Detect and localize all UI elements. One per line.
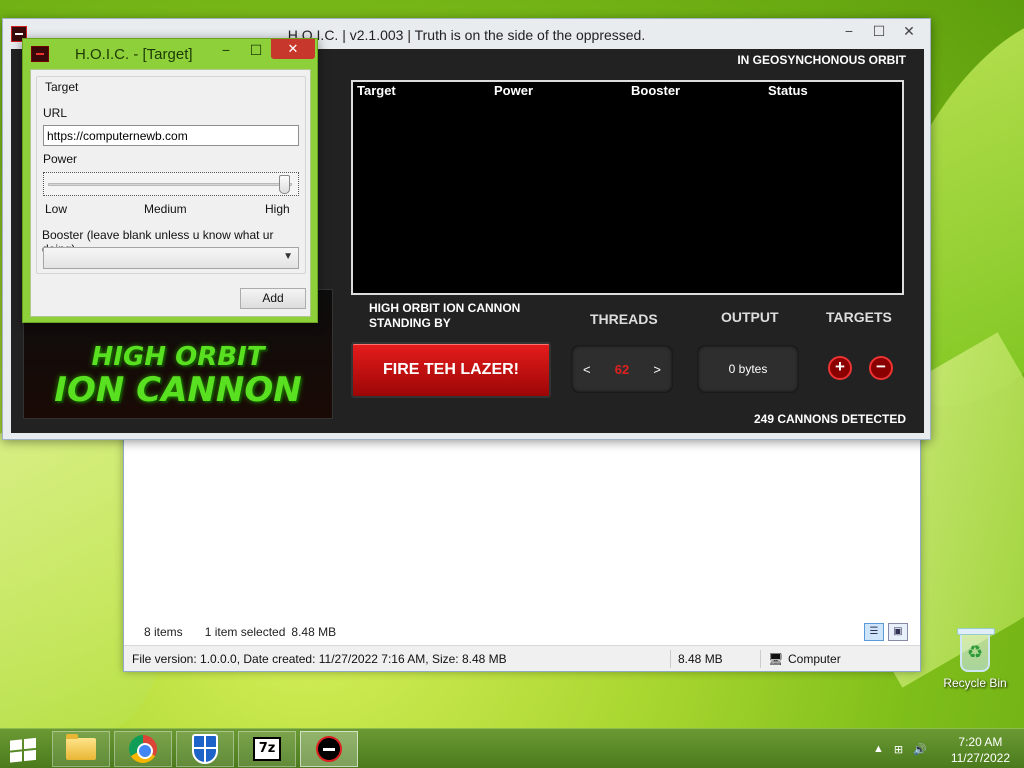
taskbar-hoic[interactable]	[300, 731, 358, 767]
maximize-button[interactable]: ☐	[864, 21, 894, 43]
power-low-label: Low	[45, 202, 68, 216]
output-label: OUTPUT	[721, 309, 779, 325]
url-label: URL	[43, 106, 68, 120]
threads-stepper: < 62 >	[571, 345, 673, 393]
windows-defender-icon	[192, 734, 218, 764]
close-button[interactable]: ✕	[894, 21, 924, 43]
orbit-status: IN GEOSYNCHONOUS ORBIT	[737, 53, 906, 67]
7zip-icon: 7z	[253, 737, 281, 761]
location-label: Computer	[788, 652, 841, 666]
logo-line-1: HIGH ORBIT	[91, 342, 265, 372]
power-high-label: High	[265, 202, 290, 216]
threads-increment-button[interactable]: >	[653, 362, 661, 377]
remove-target-button[interactable]: −	[869, 356, 893, 380]
logo-line-2: ION CANNON	[54, 370, 302, 410]
computer-icon: 🖥	[768, 652, 784, 666]
file-info: File version: 1.0.0.0, Date created: 11/…	[132, 652, 507, 666]
status-line-2: STANDING BY	[369, 316, 451, 330]
slider-track	[48, 183, 292, 186]
file-size: 8.48 MB	[678, 652, 723, 666]
threads-value: 62	[614, 361, 630, 377]
file-explorer-icon	[66, 734, 96, 760]
taskbar-7zip[interactable]: 7z	[238, 731, 296, 767]
recycle-bin-label: Recycle Bin	[943, 676, 1007, 690]
taskbar: 7z ▲ ⊞ 🔊 7:20 AM 11/27/2022	[0, 728, 1024, 768]
cannons-detected: 249 CANNONS DETECTED	[753, 412, 906, 426]
explorer-status-bar: File version: 1.0.0.0, Date created: 11/…	[124, 645, 920, 671]
column-header-target[interactable]: Target	[357, 83, 396, 98]
status-divider	[760, 650, 761, 668]
clock-date: 11/27/2022	[950, 751, 1010, 765]
power-medium-label: Medium	[144, 202, 187, 216]
hoic-icon	[316, 736, 342, 762]
fire-button[interactable]: FIRE TEH LAZER!	[351, 342, 551, 398]
selected-size: 8.48 MB	[291, 625, 337, 639]
add-target-button[interactable]: +	[828, 356, 852, 380]
column-header-status[interactable]: Status	[768, 83, 808, 98]
chevron-down-icon: ▼	[283, 251, 293, 262]
group-label: Target	[43, 80, 81, 94]
window-controls: − ☐ ✕	[834, 21, 924, 43]
file-explorer-window[interactable]: 8 items 1 item selected 8.48 MB ☰ ▣ File…	[123, 430, 921, 672]
selected-count: 1 item selected	[204, 625, 286, 639]
threads-label: THREADS	[590, 311, 658, 327]
clock-time: 7:20 AM	[958, 735, 1003, 749]
view-switcher: ☰ ▣	[864, 623, 908, 641]
close-button[interactable]: ✕	[271, 39, 315, 59]
clock[interactable]: 7:20 AM 11/27/2022	[951, 734, 1010, 766]
items-count: 8 items	[144, 625, 183, 639]
cannon-status: HIGH ORBIT ION CANNON STANDING BY	[369, 301, 520, 331]
slider-thumb[interactable]	[279, 175, 290, 194]
add-button[interactable]: Add	[240, 288, 306, 309]
column-header-power[interactable]: Power	[494, 83, 533, 98]
column-header-booster[interactable]: Booster	[631, 83, 680, 98]
url-input[interactable]	[43, 125, 299, 146]
power-slider[interactable]	[43, 172, 299, 196]
volume-icon[interactable]: 🔊	[913, 743, 927, 756]
start-button[interactable]	[10, 737, 40, 763]
dialog-body: Target URL Power Low Medium High Booster…	[30, 69, 311, 317]
windows-logo-icon	[10, 737, 40, 763]
status-line-1: HIGH ORBIT ION CANNON	[369, 301, 521, 315]
taskbar-file-explorer[interactable]	[52, 731, 110, 767]
taskbar-chrome[interactable]	[114, 731, 172, 767]
output-display: 0 bytes	[697, 345, 799, 393]
power-label: Power	[43, 152, 78, 166]
target-list-table[interactable]: Target Power Booster Status	[351, 80, 904, 295]
system-tray: ▲ ⊞ 🔊	[873, 743, 927, 756]
target-dialog[interactable]: H.O.I.C. - [Target] − ☐ ✕ Target URL Pow…	[22, 38, 318, 323]
chrome-icon	[129, 735, 157, 763]
show-hidden-icons-icon[interactable]: ▲	[873, 743, 884, 756]
minimize-button[interactable]: −	[211, 39, 241, 61]
recycle-bin[interactable]: Recycle Bin	[940, 628, 1010, 690]
booster-dropdown[interactable]: ▼	[43, 247, 299, 269]
recycle-bin-icon	[957, 628, 995, 672]
status-divider	[670, 650, 671, 668]
details-view-icon[interactable]: ☰	[864, 623, 884, 641]
threads-decrement-button[interactable]: <	[583, 362, 591, 377]
dialog-window-controls: − ☐ ✕	[211, 39, 315, 61]
maximize-button[interactable]: ☐	[241, 39, 271, 61]
network-icon[interactable]: ⊞	[894, 743, 903, 756]
minimize-button[interactable]: −	[834, 21, 864, 43]
explorer-item-count-bar: 8 items 1 item selected 8.48 MB	[144, 625, 336, 639]
large-icons-view-icon[interactable]: ▣	[888, 623, 908, 641]
targets-label: TARGETS	[826, 309, 892, 325]
taskbar-defender[interactable]	[176, 731, 234, 767]
